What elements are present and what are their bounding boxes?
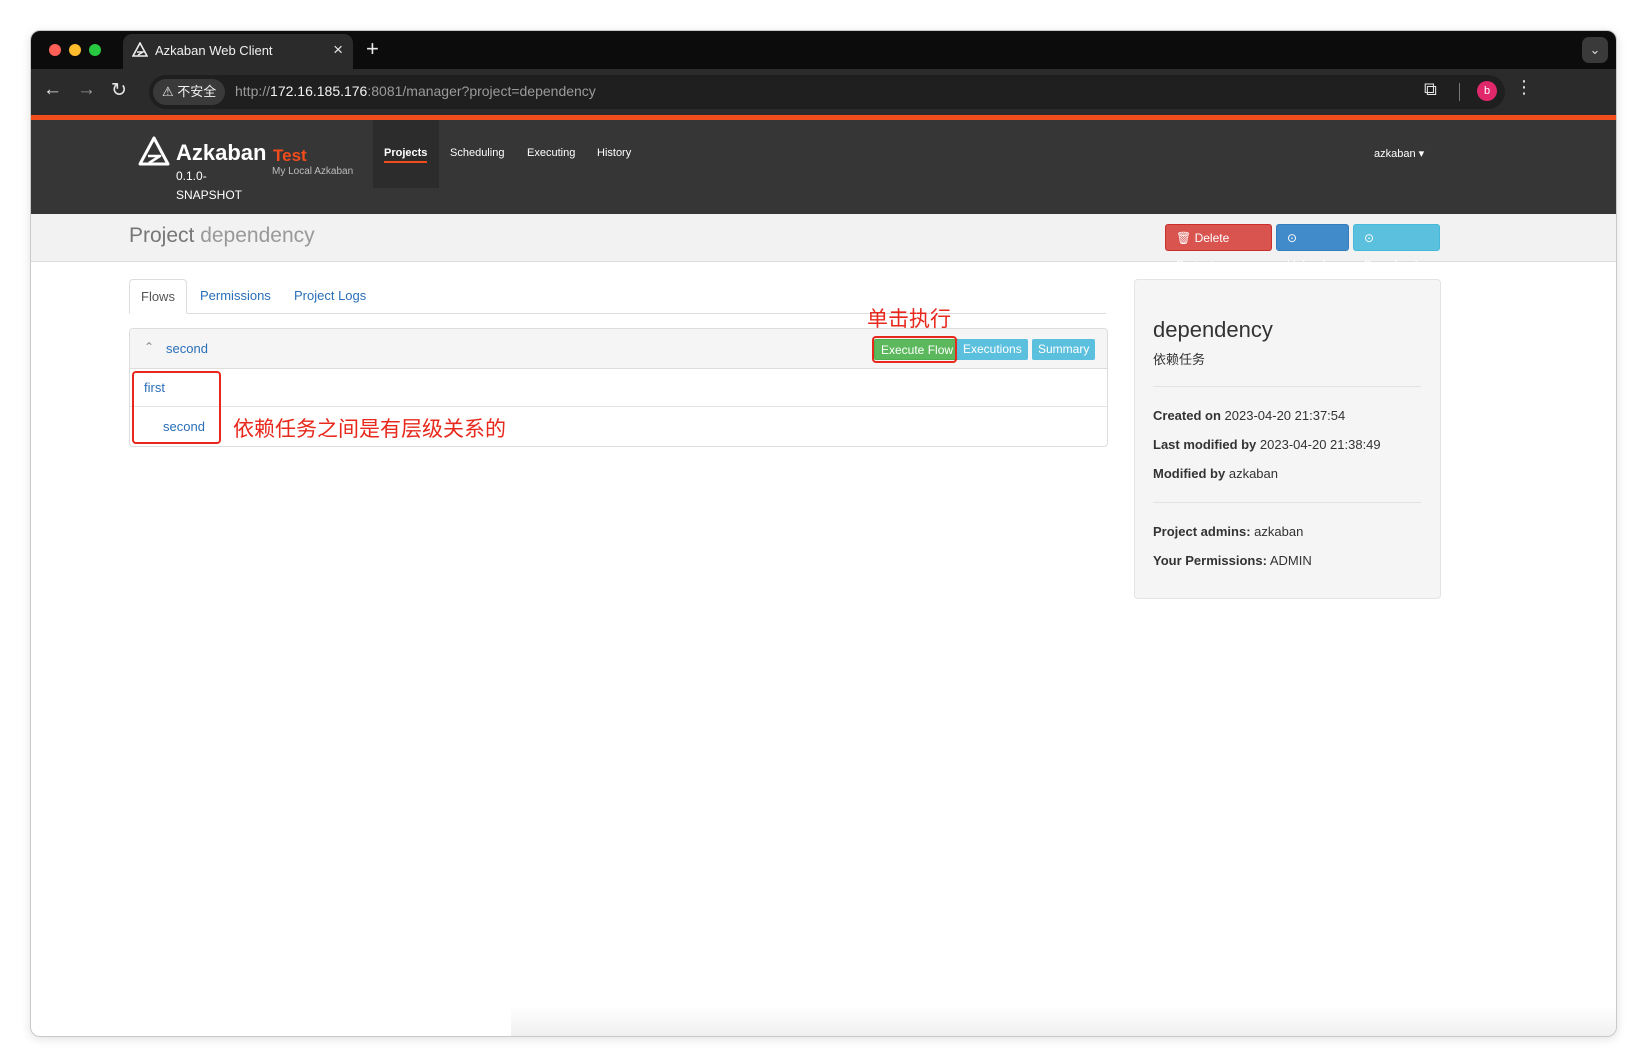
project-tabs: Flows Permissions Project Logs [129, 279, 1106, 314]
permissions-value: ADMIN [1269, 553, 1312, 568]
jobs-annotation-text: 依赖任务之间是有层级关系的 [233, 418, 506, 441]
back-arrow-icon[interactable]: ← [43, 79, 62, 101]
nav-executing[interactable]: Executing [527, 147, 575, 159]
version-label: 0.1.0-SNAPSHOT [176, 169, 243, 202]
brand-name[interactable]: Azkaban [176, 140, 266, 166]
modified-by-row: Modified by azkaban [1153, 466, 1278, 481]
download-button[interactable]: ⊙ Download [1353, 224, 1440, 272]
chevron-up-icon[interactable]: ⌃ [144, 340, 154, 354]
created-on-label: Created on [1153, 408, 1221, 423]
url-scheme: http:// [235, 83, 271, 99]
project-admins-row: Project admins: azkaban [1153, 524, 1303, 539]
page-title: Project dependency [129, 224, 315, 248]
window-bottom-shadow [511, 1006, 1616, 1036]
execute-annotation-box [872, 336, 957, 363]
address-bar: ← → ↻ ⚠ 不安全 http://172.16.185.176:8081/m… [31, 69, 1616, 115]
summary-button[interactable]: Summary [1032, 339, 1096, 360]
last-modified-value: 2023-04-20 21:38:49 [1259, 437, 1381, 452]
browser-tab[interactable]: Azkaban Web Client × [123, 34, 353, 69]
project-admins-label: Project admins: [1153, 524, 1251, 539]
url-path: :8081/manager?project=dependency [367, 83, 596, 99]
tab-close-icon[interactable]: × [333, 40, 343, 60]
flow-panel-header[interactable]: ⌃ second Execute Flow Executions Summary [130, 329, 1107, 369]
project-admins-value: azkaban [1254, 524, 1304, 539]
page-title-label: Project [129, 224, 195, 247]
azkaban-navbar: Azkaban Test My Local Azkaban 0.1.0-SNAP… [31, 120, 1616, 214]
close-window-button[interactable] [49, 44, 61, 56]
environment-subtitle: My Local Azkaban [272, 166, 354, 177]
url-host: 172.16.185.176 [270, 83, 368, 99]
download-icon: ⊙ [1364, 231, 1375, 245]
reload-icon[interactable]: ↻ [111, 79, 127, 102]
trash-icon: 🗑 [1176, 231, 1192, 245]
created-on-value: 2023-04-20 21:37:54 [1224, 408, 1346, 423]
url-field[interactable]: ⚠ 不安全 http://172.16.185.176:8081/manager… [149, 75, 1505, 109]
tab-permissions[interactable]: Permissions [189, 279, 282, 313]
forward-arrow-icon[interactable]: → [77, 79, 96, 101]
nav-history[interactable]: History [597, 147, 631, 159]
delete-project-button[interactable]: 🗑 Delete Project [1165, 224, 1272, 272]
project-info-title: dependency [1153, 317, 1273, 342]
page-title-project-name: dependency [200, 224, 315, 247]
caret-down-icon: ▾ [1418, 148, 1425, 160]
minimize-window-button[interactable] [69, 44, 81, 56]
title-bar: Azkaban Web Client × + ⌄ [31, 31, 1616, 69]
url-text[interactable]: http://172.16.185.176:8081/manager?proje… [235, 83, 596, 99]
execute-annotation-text: 单击执行 [867, 308, 951, 331]
extensions-puzzle-icon[interactable]: ⧉ [1424, 79, 1437, 100]
profile-avatar[interactable]: b [1477, 81, 1497, 101]
tab-title: Azkaban Web Client [155, 43, 273, 58]
modified-by-value: azkaban [1228, 466, 1278, 481]
browser-menu-icon[interactable]: ⋮ [1515, 77, 1533, 98]
divider [1153, 386, 1421, 387]
user-name: azkaban [1374, 148, 1416, 160]
tab-search-chevron-icon[interactable]: ⌄ [1582, 37, 1608, 63]
toolbar-divider [1459, 83, 1460, 101]
upload-label: Upload [1287, 258, 1326, 272]
tab-flows[interactable]: Flows [129, 279, 187, 314]
environment-name: Test [273, 146, 307, 165]
jobs-annotation-box [132, 371, 221, 444]
permissions-row: Your Permissions: ADMIN [1153, 553, 1312, 568]
project-description: 依赖任务 [1153, 352, 1206, 367]
project-header: Project dependency 🗑 Delete Project ⊙ Up… [31, 214, 1616, 272]
tab-project-logs[interactable]: Project Logs [283, 279, 377, 313]
last-modified-row: Last modified by 2023-04-20 21:38:49 [1153, 437, 1381, 452]
nav-scheduling[interactable]: Scheduling [450, 147, 504, 159]
maximize-window-button[interactable] [89, 44, 101, 56]
browser-window: Azkaban Web Client × + ⌄ ← → ↻ ⚠ 不安全 htt… [30, 30, 1617, 1037]
permissions-label: Your Permissions: [1153, 553, 1267, 568]
executions-button[interactable]: Executions [957, 339, 1028, 360]
download-label: Download [1364, 258, 1418, 272]
azkaban-favicon-icon [132, 42, 148, 57]
divider [1153, 502, 1421, 503]
new-tab-button[interactable]: + [366, 36, 379, 62]
security-warning-badge[interactable]: ⚠ 不安全 [153, 79, 226, 105]
azkaban-logo-icon[interactable] [138, 136, 170, 168]
user-menu[interactable]: azkaban ▾ [1374, 147, 1424, 160]
upload-button[interactable]: ⊙ Upload [1276, 224, 1349, 272]
job-row: first [130, 368, 1107, 407]
modified-by-label: Modified by [1153, 466, 1226, 481]
nav-projects[interactable]: Projects [384, 147, 428, 163]
upload-icon: ⊙ [1287, 231, 1298, 245]
created-on-row: Created on 2023-04-20 21:37:54 [1153, 408, 1345, 423]
project-info-panel: dependency 依赖任务 Created on 2023-04-20 21… [1134, 279, 1441, 599]
flow-name-link[interactable]: second [166, 341, 208, 356]
last-modified-label: Last modified by [1153, 437, 1257, 452]
